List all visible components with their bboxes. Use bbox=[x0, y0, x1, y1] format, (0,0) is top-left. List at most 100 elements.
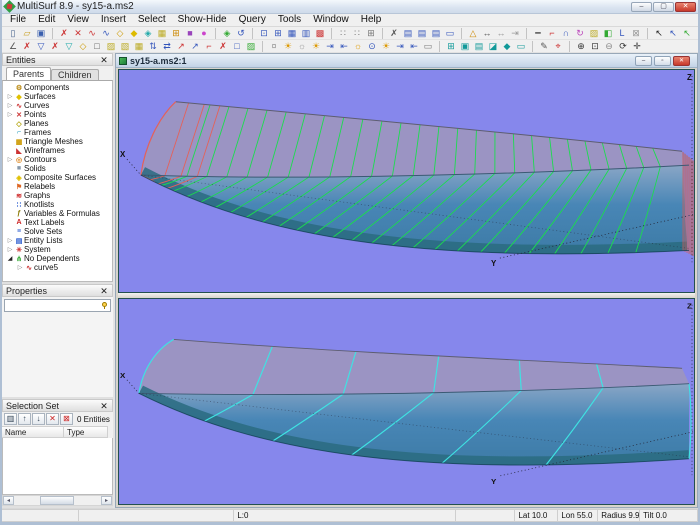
hide-all-icon[interactable]: ☼ bbox=[295, 40, 309, 52]
tree-item-graphs[interactable]: ≋Graphs bbox=[3, 191, 112, 200]
show-children-icon[interactable]: ☀ bbox=[379, 40, 393, 52]
tree-expander-icon[interactable]: ▷ bbox=[6, 237, 14, 244]
dim-horizontal-icon[interactable]: ↔ bbox=[480, 27, 494, 39]
tree-item-entity-lists[interactable]: ▷▤Entity Lists bbox=[3, 236, 112, 245]
pointer-entity-icon[interactable]: ↖ bbox=[680, 27, 694, 39]
scroll-right-icon[interactable]: ▸ bbox=[101, 496, 112, 505]
show-point-icon[interactable]: ⊙ bbox=[365, 40, 379, 52]
surface-tool-2-icon[interactable]: ◆ bbox=[127, 27, 141, 39]
maximize-button[interactable]: ▢ bbox=[653, 2, 674, 12]
tree-item-variables-formulas[interactable]: ƒVariables & Formulas bbox=[3, 209, 112, 218]
tree-expander-icon[interactable]: ◢ bbox=[6, 255, 14, 262]
point-tool-icon[interactable]: ✕ bbox=[71, 27, 85, 39]
properties-close-icon[interactable]: ✕ bbox=[99, 286, 109, 296]
curve-tool-icon[interactable]: ∿ bbox=[85, 27, 99, 39]
tree-item-curves[interactable]: ▷∿Curves bbox=[3, 101, 112, 110]
grid-dots-1-icon[interactable]: ∷ bbox=[336, 27, 350, 39]
tree-item-solve-sets[interactable]: ≡Solve Sets bbox=[3, 227, 112, 236]
minimize-button[interactable]: – bbox=[631, 2, 652, 12]
zoom-in-icon[interactable]: ⊕ bbox=[574, 40, 588, 52]
arrow-ne-red-icon[interactable]: ↗ bbox=[174, 40, 188, 52]
pen-edit-icon[interactable]: ✎ bbox=[537, 40, 551, 52]
title-bar[interactable]: MultiSurf 8.9 - sy15-a.ms2 – ▢ ✕ bbox=[2, 0, 698, 14]
hatch-2-icon[interactable]: ▧ bbox=[118, 40, 132, 52]
arrow-ne-blue-icon[interactable]: ↗ bbox=[188, 40, 202, 52]
viewport-bottom[interactable]: ZXY bbox=[118, 298, 695, 505]
hatch-tool-icon[interactable]: ▨ bbox=[587, 27, 601, 39]
tree-item-solids[interactable]: ■Solids bbox=[3, 164, 112, 173]
paste-surface-icon[interactable]: ▣ bbox=[458, 40, 472, 52]
visibility-note-icon[interactable]: ▭ bbox=[421, 40, 435, 52]
close-button[interactable]: ✕ bbox=[675, 2, 696, 12]
tree-item-points[interactable]: ▷✕Points bbox=[3, 110, 112, 119]
hook-tool-icon[interactable]: ⌐ bbox=[545, 27, 559, 39]
menu-help[interactable]: Help bbox=[355, 14, 388, 26]
menu-tools[interactable]: Tools bbox=[272, 14, 307, 26]
menu-show-hide[interactable]: Show-Hide bbox=[172, 14, 233, 26]
swap-horz-icon[interactable]: ⇄ bbox=[160, 40, 174, 52]
visibility-prev-icon[interactable]: ⇤ bbox=[407, 40, 421, 52]
menu-view[interactable]: View bbox=[61, 14, 95, 26]
columns-toggle-icon[interactable]: ▥ bbox=[4, 413, 17, 425]
solid-tool-icon[interactable]: ⊞ bbox=[169, 27, 183, 39]
menu-query[interactable]: Query bbox=[233, 14, 272, 26]
list-copy-1-icon[interactable]: ▤ bbox=[401, 27, 415, 39]
lock-tool-icon[interactable]: ⊠ bbox=[629, 27, 643, 39]
menu-edit[interactable]: Edit bbox=[32, 14, 61, 26]
tree-expander-icon[interactable]: ▷ bbox=[16, 264, 24, 271]
tree-item-no-dependents[interactable]: ◢⋔No Dependents bbox=[3, 254, 112, 263]
tree-item-knotlists[interactable]: ∷Knotlists bbox=[3, 200, 112, 209]
del-curve-icon[interactable]: ✗ bbox=[48, 40, 62, 52]
square-snap-icon[interactable]: □ bbox=[90, 40, 104, 52]
diamond-surface-icon[interactable]: ◆ bbox=[500, 40, 514, 52]
window-view-4-icon[interactable]: ▥ bbox=[299, 27, 313, 39]
grid-plus-icon[interactable]: ⊞ bbox=[364, 27, 378, 39]
show-next-icon[interactable]: ⇥ bbox=[323, 40, 337, 52]
doc-restore-button[interactable]: ▫ bbox=[654, 56, 671, 66]
remove-all-icon[interactable]: ⊠ bbox=[60, 413, 73, 425]
swap-vert-icon[interactable]: ⇅ bbox=[146, 40, 160, 52]
dup-surface-icon[interactable]: ▤ bbox=[472, 40, 486, 52]
tree-expander-icon[interactable]: ▷ bbox=[6, 93, 14, 100]
tree-expander-icon[interactable]: ▷ bbox=[6, 102, 14, 109]
doc-minimize-button[interactable]: – bbox=[635, 56, 652, 66]
blob-tool-icon[interactable]: ● bbox=[197, 27, 211, 39]
show-all-icon[interactable]: ☀ bbox=[309, 40, 323, 52]
tree-item-planes[interactable]: ◇Planes bbox=[3, 119, 112, 128]
loop-tool-icon[interactable]: ↻ bbox=[573, 27, 587, 39]
tree-item-surfaces[interactable]: ▷◆Surfaces bbox=[3, 92, 112, 101]
half-shade-icon[interactable]: ◧ bbox=[601, 27, 615, 39]
probe-target-icon[interactable]: ⌖ bbox=[551, 40, 565, 52]
dim-extend-icon[interactable]: ↔ bbox=[494, 27, 508, 39]
tab-children[interactable]: Children bbox=[51, 69, 99, 80]
corner-surface-icon[interactable]: ◪ bbox=[486, 40, 500, 52]
pointer-snap-icon[interactable]: ↖ bbox=[666, 27, 680, 39]
tree-item-text-labels[interactable]: AText Labels bbox=[3, 218, 112, 227]
visibility-next-icon[interactable]: ⇥ bbox=[393, 40, 407, 52]
tree-item-system[interactable]: ▷✳System bbox=[3, 245, 112, 254]
tree-expander-icon[interactable]: ▷ bbox=[6, 156, 14, 163]
measure-triangle-icon[interactable]: △ bbox=[466, 27, 480, 39]
window-view-2-icon[interactable]: ⊞ bbox=[271, 27, 285, 39]
clear-selection-icon[interactable]: ✗ bbox=[387, 27, 401, 39]
selection-close-icon[interactable]: ✕ bbox=[99, 401, 109, 411]
window-view-active-icon[interactable]: ▩ bbox=[313, 27, 327, 39]
hatch-green-icon[interactable]: ▨ bbox=[244, 40, 258, 52]
undo-icon[interactable]: ↺ bbox=[234, 27, 248, 39]
note-balloon-icon[interactable]: ▭ bbox=[443, 27, 457, 39]
move-up-icon[interactable]: ↑ bbox=[18, 413, 31, 425]
properties-input[interactable] bbox=[5, 301, 101, 311]
del-point-icon[interactable]: ✗ bbox=[20, 40, 34, 52]
entities-panel-header[interactable]: Entities ✕ bbox=[2, 53, 113, 66]
pin-icon[interactable] bbox=[101, 302, 108, 309]
properties-panel-header[interactable]: Properties ✕ bbox=[2, 284, 113, 297]
hull-3d-smooth-view[interactable]: ZXY bbox=[119, 299, 694, 504]
del-mark-icon[interactable]: ✗ bbox=[216, 40, 230, 52]
zoom-window-icon[interactable]: ⊡ bbox=[588, 40, 602, 52]
slab-surface-icon[interactable]: ▭ bbox=[514, 40, 528, 52]
delete-tool-icon[interactable]: ✗ bbox=[57, 27, 71, 39]
window-view-1-icon[interactable]: ⊡ bbox=[257, 27, 271, 39]
show-prev-icon[interactable]: ⇤ bbox=[337, 40, 351, 52]
scroll-left-icon[interactable]: ◂ bbox=[3, 496, 14, 505]
menu-window[interactable]: Window bbox=[307, 14, 355, 26]
